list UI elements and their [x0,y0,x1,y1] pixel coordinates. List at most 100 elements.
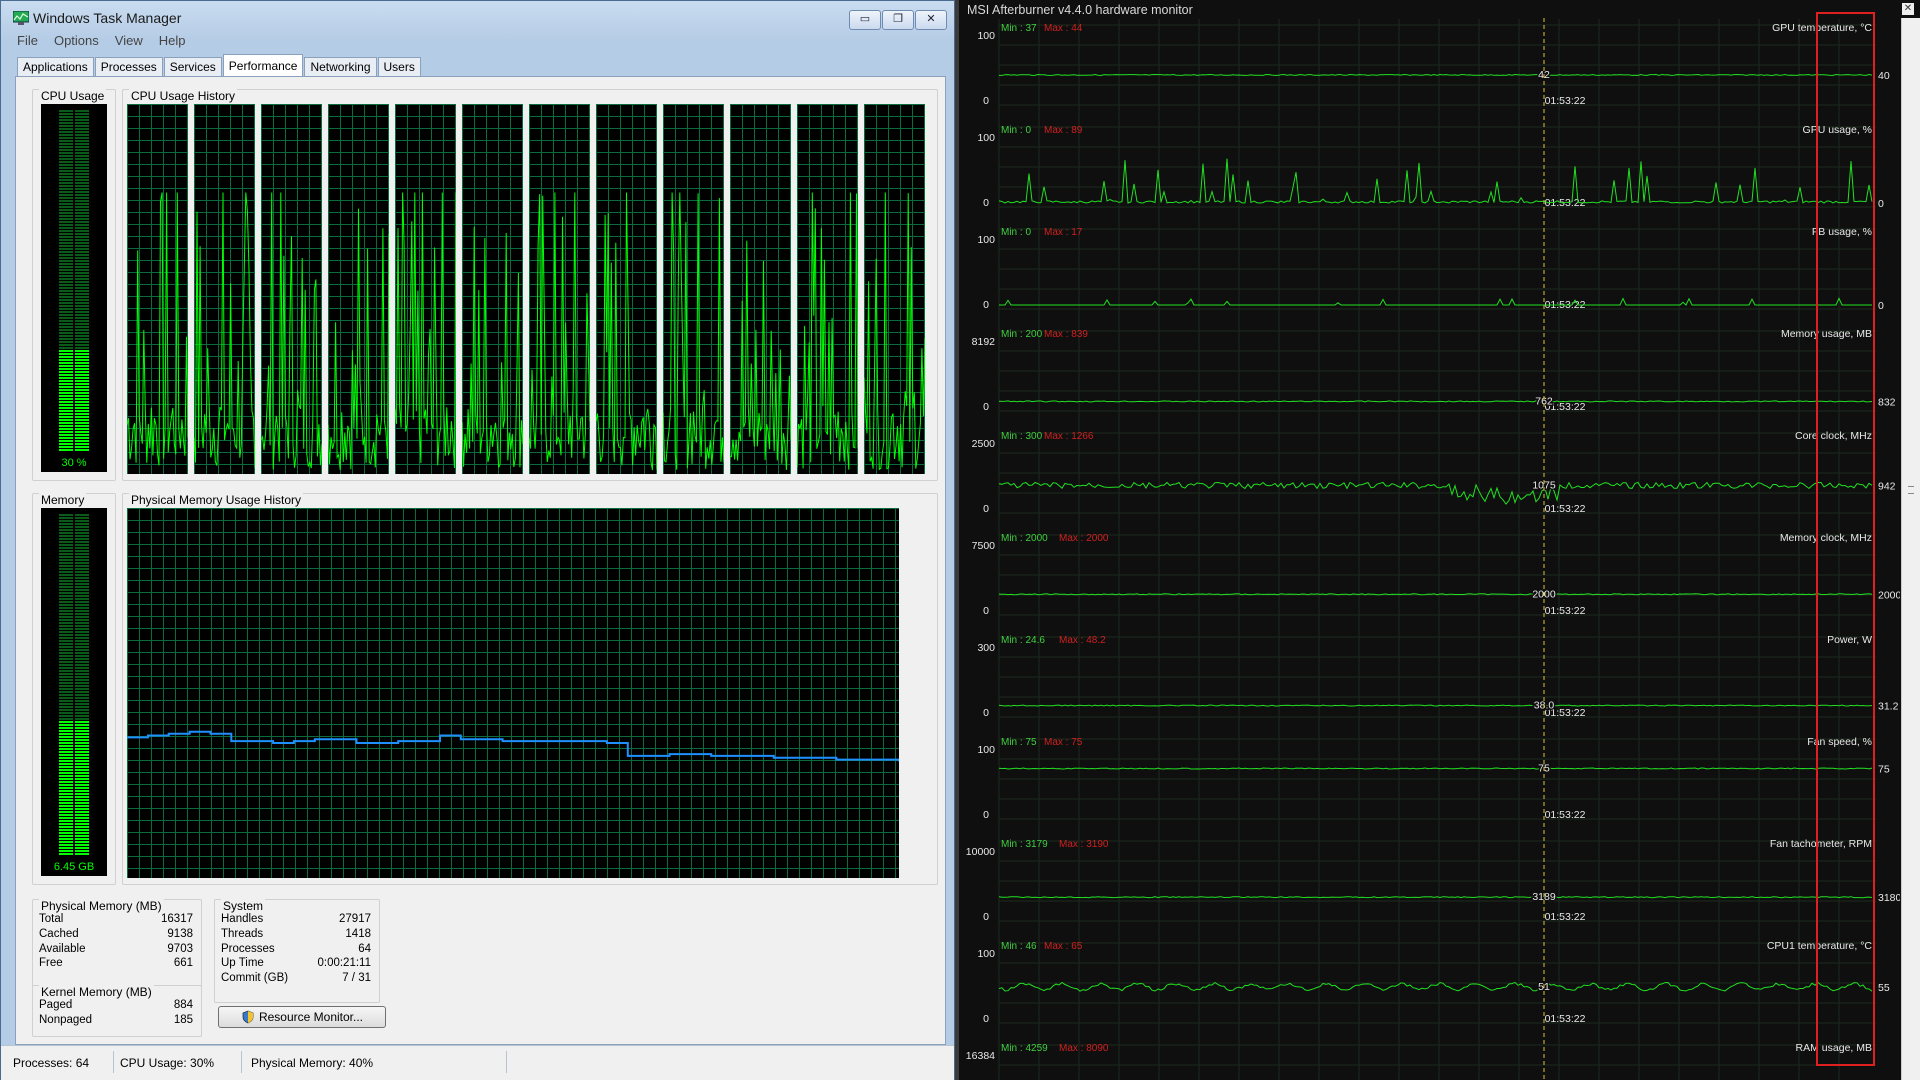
cpu-meter-seg [59,440,73,442]
sys-threads-label: Threads [221,927,264,940]
menu-view[interactable]: View [107,32,151,50]
memory-meter-seg [75,565,89,567]
panel-title: GPU usage, % [1803,124,1872,136]
title-bar[interactable]: Windows Task Manager ▭ ❐ ✕ [1,1,954,35]
memory-meter-seg [59,736,73,738]
memory-meter-seg [75,727,89,729]
resource-monitor-button[interactable]: Resource Monitor... [218,1006,386,1028]
memory-meter-seg [75,529,89,531]
memory-meter-seg [59,823,73,825]
km-row-nonpaged: Nonpaged 185 [39,1013,193,1028]
memory-meter-seg [75,589,89,591]
tab-services[interactable]: Services [163,57,222,77]
cpu-meter-seg [75,242,89,244]
cpu-core-graph [261,104,322,474]
minimize-button[interactable]: ▭ [849,10,881,30]
memory-meter-seg [75,685,89,687]
cpu-meter-seg [75,218,89,220]
cpu-meter-seg [59,137,73,139]
cpu-meter-seg [59,386,73,388]
cpu-meter-seg [75,194,89,196]
memory-meter-seg [75,700,89,702]
menu-help[interactable]: Help [151,32,194,50]
pm-cached-value: 9138 [167,927,193,940]
cpu-history-group: CPU Usage History [122,89,938,481]
kernel-memory-table: Paged 884 Nonpaged 185 [39,998,193,1028]
cpu-meter-seg [75,206,89,208]
cpu-meter-seg [59,356,73,358]
memory-label: Memory [39,493,87,507]
panel-max-label: Max : 75 [1044,737,1083,748]
tab-processes[interactable]: Processes [94,57,163,77]
memory-history-graph [127,508,899,878]
menu-options[interactable]: Options [46,32,107,50]
tab-applications[interactable]: Applications [17,57,94,77]
panel-max-label: Max : 8090 [1059,1043,1109,1054]
tab-users[interactable]: Users [377,57,421,77]
cpu-meter-seg [59,275,73,277]
memory-meter-seg [59,751,73,753]
cpu-meter-seg [59,143,73,145]
memory-meter-seg [59,757,73,759]
memory-meter-seg [59,625,73,627]
panel-title: Fan tachometer, RPM [1770,838,1872,850]
memory-meter-seg [75,556,89,558]
sys-commit-value: 7 / 31 [342,972,371,985]
afterburner-scrollbar[interactable] [1901,18,1920,1080]
cpu-meter-seg [75,329,89,331]
memory-meter-seg [75,586,89,588]
memory-meter-seg [75,544,89,546]
memory-meter-seg [75,523,89,525]
cpu-core-series [663,192,724,470]
panel-max-label: Max : 89 [1044,125,1083,136]
memory-meter-seg [59,829,73,831]
pm-available-value: 9703 [167,942,193,955]
cpu-meter-seg [59,155,73,157]
cpu-meter-seg [75,347,89,349]
memory-meter-seg [59,646,73,648]
memory-meter-seg [59,607,73,609]
memory-meter-seg [75,733,89,735]
memory-meter-seg [75,796,89,798]
cpu-meter-seg [59,326,73,328]
restore-button[interactable]: ❐ [882,10,914,30]
memory-meter-seg [75,640,89,642]
cpu-meter-seg [59,305,73,307]
close-button[interactable]: ✕ [915,10,947,30]
system-title: System [221,899,266,913]
panel-title: Memory usage, MB [1781,328,1872,340]
cpu-meter-seg [75,374,89,376]
physical-memory-group: Physical Memory (MB) Total 16317 Cached 91… [32,899,202,987]
memory-meter-seg [59,643,73,645]
memory-meter-seg [59,619,73,621]
cpu-meter-seg [75,182,89,184]
cpu-meter-seg [75,245,89,247]
panel-current-value: 75 [1878,764,1890,776]
cpu-meter-seg [75,440,89,442]
memory-meter-seg [75,616,89,618]
tab-networking[interactable]: Networking [304,57,377,77]
panel-ymax: 2500 [972,438,996,450]
cpu-meter-seg [75,221,89,223]
cpu-meter-seg [59,434,73,436]
afterburner-close-button[interactable]: ✕ [1902,3,1914,15]
memory-meter-seg [59,586,73,588]
cpu-meter-seg [75,395,89,397]
cpu-meter-seg [59,203,73,205]
memory-meter-seg [59,802,73,804]
cpu-core-line [596,192,657,471]
cpu-meter-seg [59,257,73,259]
memory-meter-seg [59,832,73,834]
cpu-meter-seg [59,317,73,319]
status-processes: Processes: 64 [13,1056,90,1070]
memory-meter-seg [75,514,89,516]
cpu-meter-seg [59,293,73,295]
memory-meter-seg [59,784,73,786]
cpu-meter-seg [75,140,89,142]
cpu-meter-seg [75,167,89,169]
memory-meter-seg [59,727,73,729]
tab-performance[interactable]: Performance [222,54,304,77]
cpu-meter-seg [75,410,89,412]
menu-file[interactable]: File [9,32,46,50]
memory-meter-seg [59,673,73,675]
